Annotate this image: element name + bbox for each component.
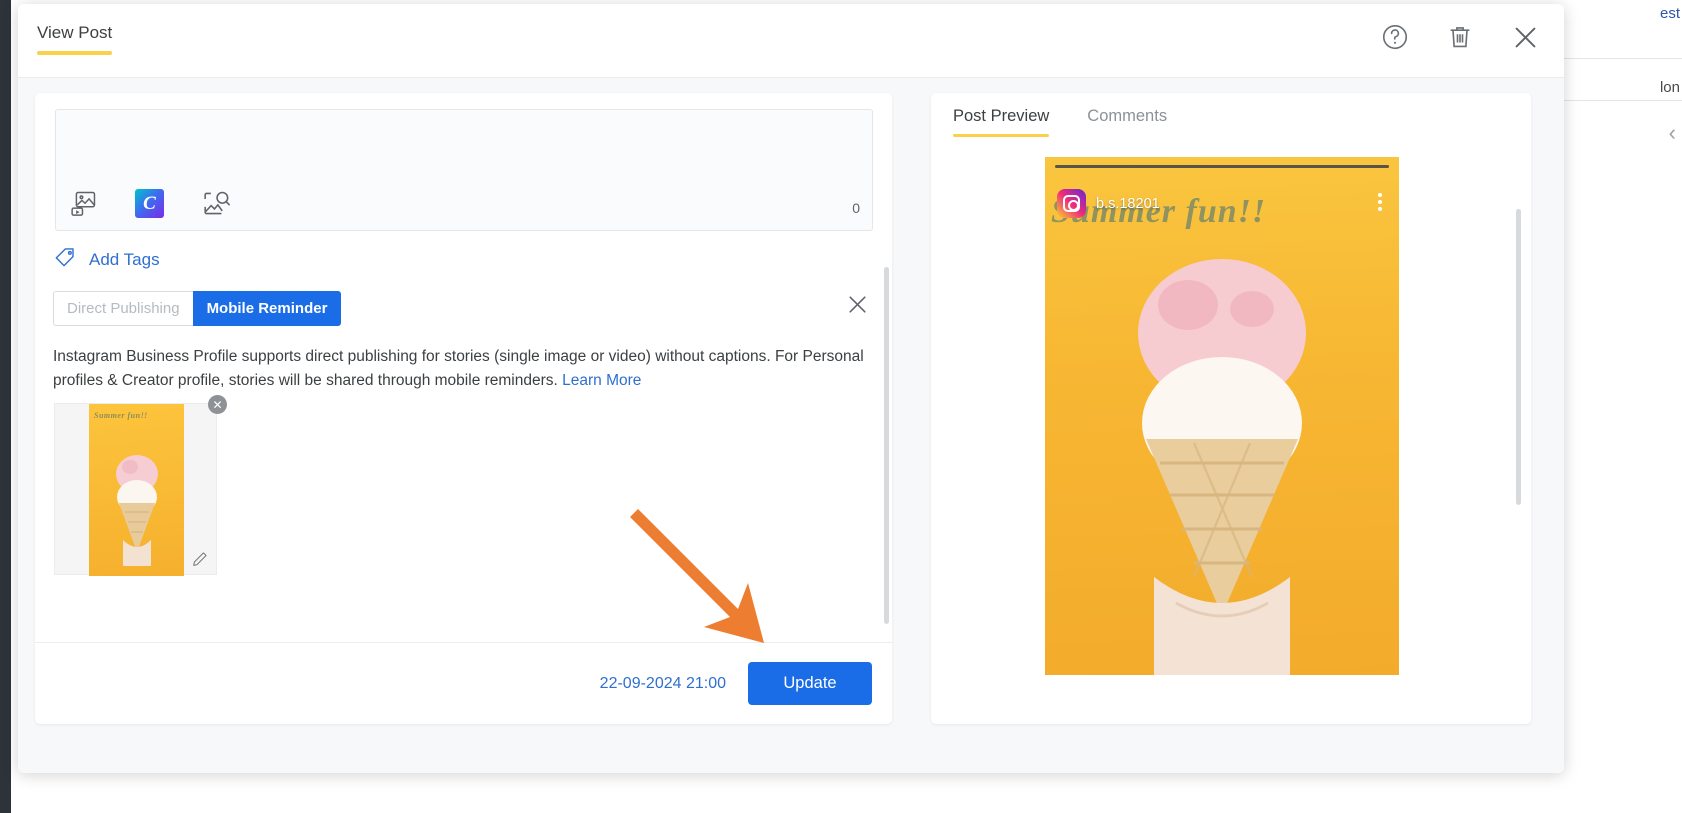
- attachment-image: Summer fun!!: [89, 404, 184, 576]
- add-tags-button[interactable]: Add Tags: [53, 245, 160, 275]
- attachment-caption: Summer fun!!: [94, 411, 148, 420]
- background-text-top: est: [1659, 5, 1680, 22]
- publish-mode-toggle: Direct Publishing Mobile Reminder: [53, 291, 342, 326]
- schedule-datetime[interactable]: 22-09-2024 21:00: [600, 675, 726, 693]
- image-search-icon[interactable]: [199, 187, 232, 220]
- header-actions: [1378, 20, 1542, 54]
- pencil-icon[interactable]: [191, 550, 209, 568]
- story-progress-bar: [1055, 165, 1389, 168]
- close-icon[interactable]: [1508, 20, 1542, 54]
- learn-more-link[interactable]: Learn More: [562, 372, 641, 389]
- canva-letter: C: [143, 192, 156, 214]
- publish-info-text: Instagram Business Profile supports dire…: [53, 345, 865, 392]
- tab-view-post[interactable]: View Post: [37, 23, 113, 55]
- background-right-column: [1564, 0, 1682, 813]
- instagram-story-preview: Summer fun!! b.s.18201: [1045, 157, 1399, 675]
- preview-card: Post Preview Comments Summer fun!! b.s.1…: [931, 93, 1531, 724]
- instagram-logo-icon: [1057, 189, 1086, 218]
- attachment-thumbnail[interactable]: Summer fun!! ✕: [54, 395, 227, 576]
- more-vertical-icon[interactable]: [1378, 193, 1382, 211]
- view-post-modal: View Post C 0 Add Tags Direct Publishing…: [18, 4, 1564, 773]
- tab-comments[interactable]: Comments: [1087, 107, 1167, 137]
- background-text-mid: lon: [1659, 79, 1680, 96]
- media-dropzone[interactable]: C 0: [55, 109, 873, 231]
- media-upload-icon[interactable]: [67, 187, 100, 220]
- composer-scrollbar[interactable]: [884, 267, 889, 624]
- trash-icon[interactable]: [1443, 20, 1477, 54]
- option-mobile-reminder[interactable]: Mobile Reminder: [192, 291, 342, 326]
- update-button[interactable]: Update: [748, 662, 872, 705]
- tag-icon: [53, 245, 78, 275]
- preview-tabs: Post Preview Comments: [953, 107, 1167, 137]
- chevron-left-icon[interactable]: ‹: [1669, 122, 1676, 144]
- modal-header: View Post: [18, 4, 1564, 78]
- add-tags-label: Add Tags: [89, 250, 160, 269]
- tab-post-preview[interactable]: Post Preview: [953, 107, 1050, 137]
- preview-scrollbar[interactable]: [1516, 209, 1521, 505]
- media-counter: 0: [852, 200, 860, 216]
- app-left-rail: [0, 0, 11, 813]
- page-root: est lon ‹ View Post C 0 Add Tags Direct …: [0, 0, 1682, 813]
- publish-info-body: Instagram Business Profile supports dire…: [53, 348, 864, 389]
- dismiss-info-icon[interactable]: [840, 287, 874, 321]
- composer-footer: 22-09-2024 21:00 Update: [35, 642, 892, 724]
- option-direct-publishing[interactable]: Direct Publishing: [53, 291, 193, 326]
- composer-card: C 0 Add Tags Direct Publishing Mobile Re…: [35, 93, 892, 724]
- canva-icon[interactable]: C: [133, 187, 166, 220]
- story-username: b.s.18201: [1096, 195, 1160, 212]
- modal-body: C 0 Add Tags Direct Publishing Mobile Re…: [18, 78, 1564, 773]
- help-circle-icon[interactable]: [1378, 20, 1412, 54]
- media-toolbar: C: [67, 187, 232, 220]
- remove-attachment-icon[interactable]: ✕: [208, 395, 227, 414]
- story-user-row: b.s.18201: [1057, 189, 1160, 218]
